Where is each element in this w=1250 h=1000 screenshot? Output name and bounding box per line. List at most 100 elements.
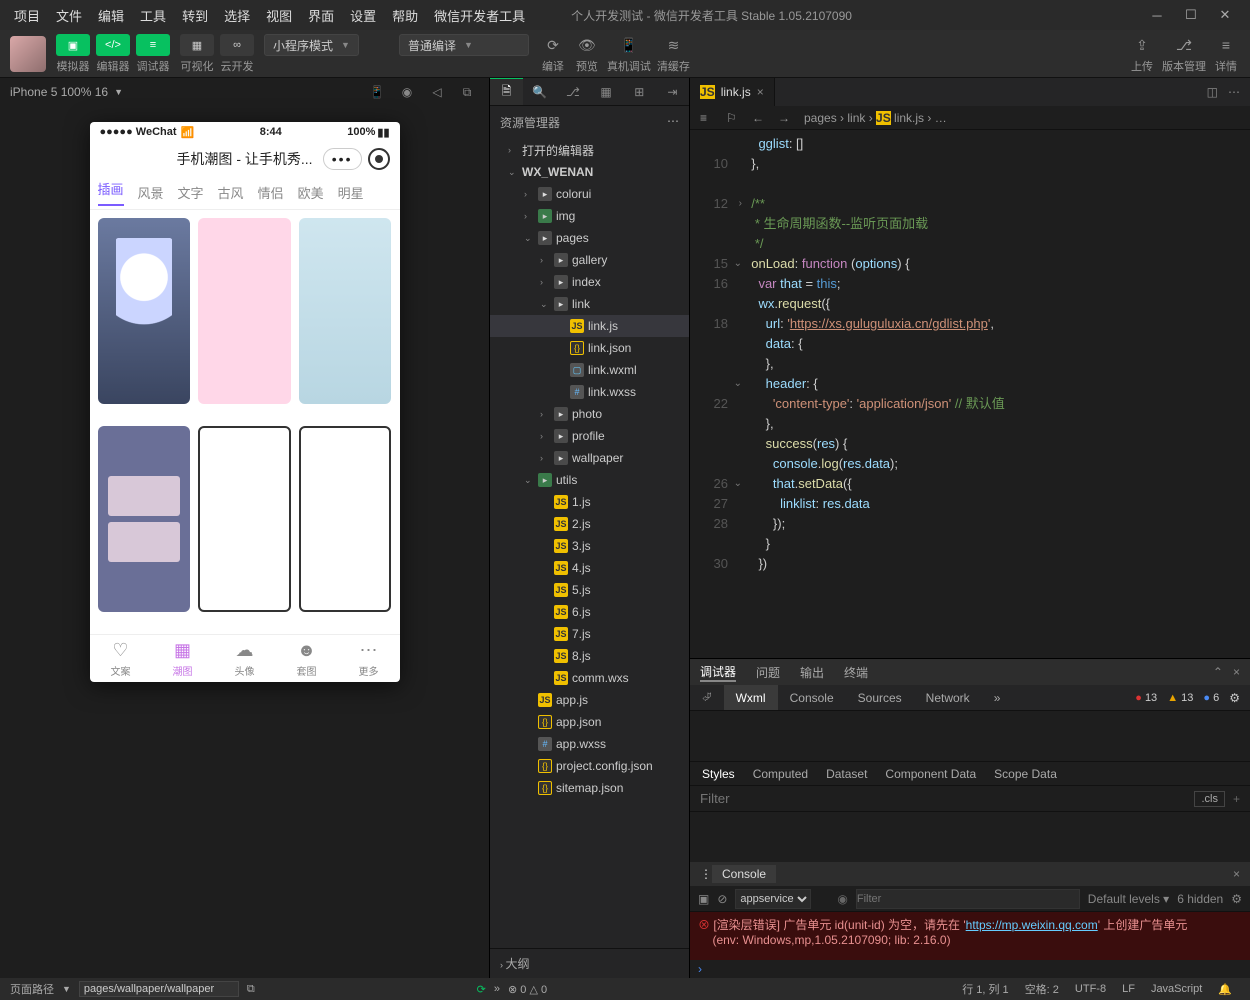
close-panel-icon[interactable]: × bbox=[1233, 665, 1240, 679]
menu-item[interactable]: 选择 bbox=[218, 4, 256, 27]
grid-tab-icon[interactable]: ▦ bbox=[590, 78, 623, 105]
tree-item[interactable]: JS6.js bbox=[490, 601, 689, 623]
console-settings-icon[interactable]: ⚙ bbox=[1231, 892, 1242, 906]
tree-item[interactable]: ⌄▸utils bbox=[490, 469, 689, 491]
compile-mode-dropdown[interactable]: 普通编译▼ bbox=[399, 34, 529, 56]
tree-item[interactable]: JS1.js bbox=[490, 491, 689, 513]
context-select[interactable]: appservice bbox=[735, 889, 811, 909]
menu-item[interactable]: 项目 bbox=[8, 4, 46, 27]
menu-item[interactable]: 帮助 bbox=[386, 4, 424, 27]
toolbar-action-icon[interactable]: ⟳ bbox=[539, 34, 567, 56]
tree-item[interactable]: ›▸photo bbox=[490, 403, 689, 425]
live-expr-icon[interactable]: ◉ bbox=[837, 892, 847, 906]
cls-button[interactable]: .cls bbox=[1194, 791, 1225, 807]
styles-tab[interactable]: Scope Data bbox=[994, 767, 1057, 781]
search-tab-icon[interactable]: 🔍 bbox=[523, 78, 556, 105]
phone-tab[interactable]: 插画 bbox=[98, 179, 124, 206]
tree-item[interactable]: JScomm.wxs bbox=[490, 667, 689, 689]
tree-section[interactable]: ⌄WX_WENAN bbox=[490, 161, 689, 183]
console-prompt[interactable]: › bbox=[690, 960, 1250, 978]
thumbnail[interactable] bbox=[299, 218, 392, 404]
code-editor[interactable]: 10›12⌄151618⌄22⌄26272830 gglist: [] }, /… bbox=[690, 130, 1250, 658]
git-tab-icon[interactable]: ⎇ bbox=[556, 78, 589, 105]
debugger-tab[interactable]: 终端 bbox=[844, 664, 868, 681]
thumbnail[interactable] bbox=[198, 218, 291, 404]
tree-item[interactable]: ›▸wallpaper bbox=[490, 447, 689, 469]
tree-item[interactable]: ›▸index bbox=[490, 271, 689, 293]
levels-dropdown[interactable]: Default levels ▾ bbox=[1088, 892, 1169, 906]
tree-item[interactable]: JS2.js bbox=[490, 513, 689, 535]
page-path-input[interactable] bbox=[79, 981, 239, 997]
devtools-settings-icon[interactable]: ⚙ bbox=[1229, 691, 1240, 705]
styles-tab[interactable]: Computed bbox=[753, 767, 808, 781]
hidden-count[interactable]: 6 hidden bbox=[1177, 892, 1223, 906]
breadcrumbs[interactable]: ≡ ⚐ ← → pages › link › JS link.js › … bbox=[690, 106, 1250, 130]
menu-item[interactable]: 界面 bbox=[302, 4, 340, 27]
tree-item[interactable]: {}sitemap.json bbox=[490, 777, 689, 799]
thumbnail[interactable] bbox=[299, 426, 392, 612]
minimize-button[interactable]: ─ bbox=[1140, 8, 1174, 23]
status-errors[interactable]: ⊗ 0 △ 0 bbox=[500, 983, 555, 996]
language[interactable]: JavaScript bbox=[1143, 983, 1210, 995]
styles-tab[interactable]: Dataset bbox=[826, 767, 867, 781]
menu-item[interactable]: 设置 bbox=[344, 4, 382, 27]
toolbar-right-icon[interactable]: ⎇ bbox=[1170, 34, 1198, 56]
devtools-tab[interactable]: Wxml bbox=[724, 685, 778, 710]
styles-filter-input[interactable] bbox=[700, 791, 1186, 806]
tree-item[interactable]: #link.wxss bbox=[490, 381, 689, 403]
tree-item[interactable]: JS4.js bbox=[490, 557, 689, 579]
menu-item[interactable]: 视图 bbox=[260, 4, 298, 27]
record-icon[interactable]: ◉ bbox=[395, 85, 419, 99]
outline-section[interactable]: › 大纲 bbox=[490, 948, 689, 978]
tree-item[interactable]: ›▸profile bbox=[490, 425, 689, 447]
eol[interactable]: LF bbox=[1114, 983, 1143, 995]
cursor-pos[interactable]: 行 1, 列 1 bbox=[954, 981, 1016, 997]
explorer-tab-icon[interactable]: 🗎 bbox=[490, 78, 523, 105]
console-toggle-icon[interactable]: ▣ bbox=[698, 892, 709, 906]
thumbnail[interactable] bbox=[98, 218, 191, 404]
program-mode-dropdown[interactable]: 小程序模式▼ bbox=[264, 34, 359, 56]
tree-item[interactable]: JSlink.js bbox=[490, 315, 689, 337]
encoding[interactable]: UTF-8 bbox=[1067, 983, 1114, 995]
info-count[interactable]: 6 bbox=[1203, 692, 1219, 704]
tree-item[interactable]: ⌄▸pages bbox=[490, 227, 689, 249]
editor-toggle[interactable]: </> bbox=[96, 34, 130, 56]
toolbar-right-icon[interactable]: ⇪ bbox=[1128, 34, 1156, 56]
indent[interactable]: 空格: 2 bbox=[1017, 981, 1067, 997]
thumbnail[interactable] bbox=[198, 426, 291, 612]
devtools-tab[interactable]: Console bbox=[778, 685, 846, 710]
bookmark-icon[interactable]: ⚐ bbox=[726, 111, 746, 125]
phone-nav-item[interactable]: ♡文案 bbox=[90, 635, 152, 682]
tree-item[interactable]: JS8.js bbox=[490, 645, 689, 667]
tree-item[interactable]: {}project.config.json bbox=[490, 755, 689, 777]
phone-nav-item[interactable]: ☻套图 bbox=[276, 635, 338, 682]
device-label[interactable]: iPhone 5 100% 16 bbox=[10, 85, 108, 99]
capsule-close-icon[interactable] bbox=[368, 148, 390, 170]
toolbar-right-icon[interactable]: ≡ bbox=[1212, 34, 1240, 56]
phone-tab[interactable]: 古风 bbox=[218, 183, 244, 202]
menu-item[interactable]: 转到 bbox=[176, 4, 214, 27]
close-button[interactable]: ✕ bbox=[1208, 7, 1242, 23]
ext-tab-icon[interactable]: ⊞ bbox=[623, 78, 656, 105]
more-tab-icon[interactable]: ⇥ bbox=[656, 78, 689, 105]
list-icon[interactable]: ≡ bbox=[700, 111, 720, 125]
toolbar-action-icon[interactable]: 📱 bbox=[615, 34, 643, 56]
tree-item[interactable]: JS3.js bbox=[490, 535, 689, 557]
back-icon[interactable]: ← bbox=[752, 111, 772, 125]
tree-item[interactable]: ›▸img bbox=[490, 205, 689, 227]
tree-section[interactable]: ›打开的编辑器 bbox=[490, 139, 689, 161]
devtools-more-icon[interactable]: » bbox=[982, 685, 1013, 710]
device-icon[interactable]: 📱 bbox=[365, 85, 389, 99]
avatar[interactable] bbox=[10, 36, 46, 72]
menu-item[interactable]: 文件 bbox=[50, 4, 88, 27]
phone-tab[interactable]: 风景 bbox=[138, 183, 164, 202]
tree-item[interactable]: {}app.json bbox=[490, 711, 689, 733]
refresh-icon[interactable]: ⟳ bbox=[477, 983, 486, 996]
tree-item[interactable]: JSapp.js bbox=[490, 689, 689, 711]
copy-path-icon[interactable]: ⧉ bbox=[247, 983, 255, 996]
debugger-tab[interactable]: 问题 bbox=[756, 664, 780, 681]
add-style-icon[interactable]: + bbox=[1233, 792, 1240, 806]
close-tab-icon[interactable]: × bbox=[757, 85, 764, 99]
debugger-tab[interactable]: 调试器 bbox=[700, 663, 736, 682]
editor-tab[interactable]: JS link.js × bbox=[690, 78, 775, 106]
